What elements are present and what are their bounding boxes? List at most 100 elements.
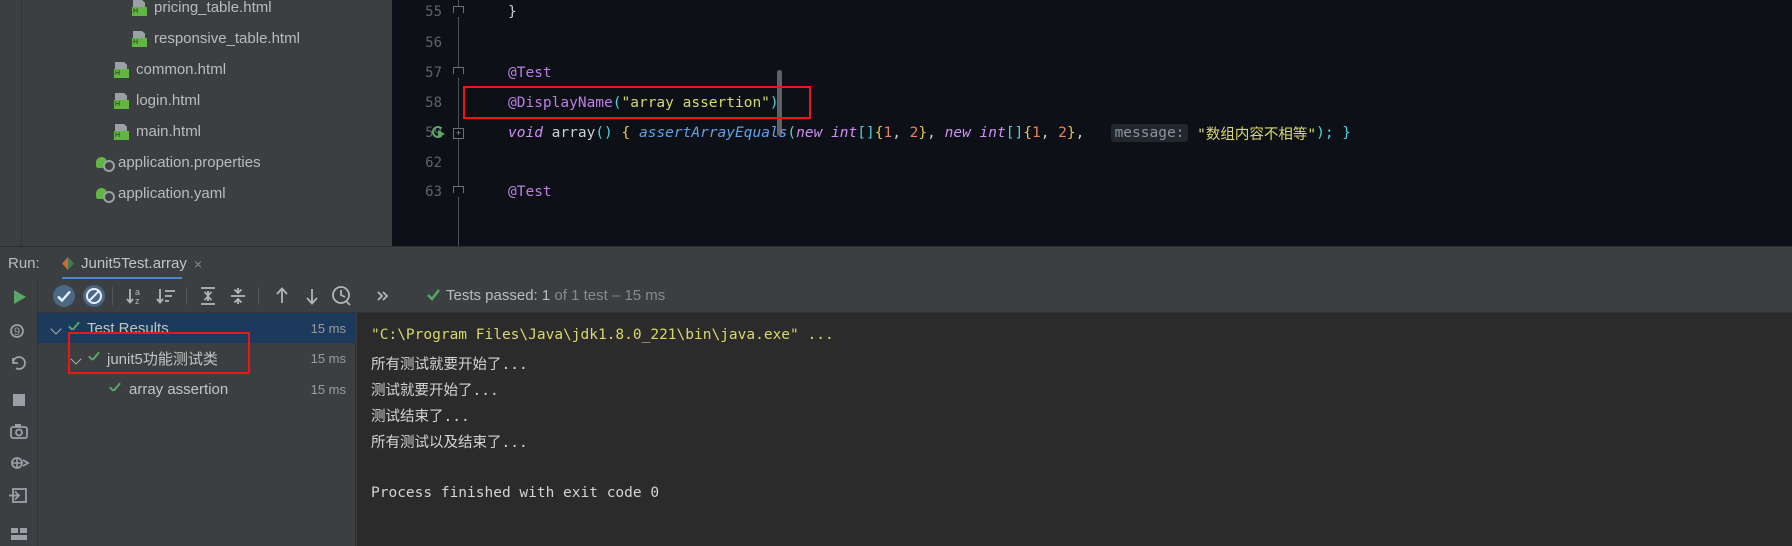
expand-all-button[interactable] (196, 284, 220, 308)
code-token-brace: } (508, 4, 517, 20)
project-tree-item[interactable]: pricing_table.html (132, 0, 272, 23)
code-token-new-2: new (944, 125, 971, 141)
line-number: 56 (425, 35, 442, 51)
collapse-all-button[interactable] (226, 284, 250, 308)
code-token-parens: () (595, 125, 613, 141)
fold-expand-marker[interactable]: + (452, 118, 465, 148)
svg-text:z: z (135, 296, 140, 306)
run-tab-label: Junit5Test.array (81, 255, 187, 272)
code-line-55: } (508, 0, 517, 27)
console-line: 测试就要开始了... (371, 383, 499, 399)
code-token-array-brackets-2: [] (1005, 125, 1024, 141)
run-tool-window-header: Run: Junit5Test.array × (0, 246, 1792, 280)
code-token-annotation: @Test (508, 65, 552, 81)
code-token-string: "array assertion" (621, 95, 770, 111)
line-number: 62 (425, 155, 442, 171)
export-test-results-icon[interactable] (5, 449, 33, 477)
run-test-gutter-icon[interactable] (432, 126, 447, 141)
check-icon (67, 321, 81, 335)
sort-alphabetically-button[interactable]: a z (124, 284, 148, 308)
check-icon (87, 351, 101, 365)
test-tree-label: array assertion (129, 380, 229, 398)
show-ignored-toggle[interactable] (82, 284, 106, 308)
console-line: 测试结束了... (371, 409, 470, 425)
test-duration: 15 ms (310, 320, 346, 336)
code-token-method-name: array (551, 125, 596, 141)
toolbar-separator (258, 287, 259, 305)
code-line-63: @Test (508, 177, 552, 207)
code-token-open-brace: { (621, 125, 631, 141)
test-status-message: Tests passed: 1 of 1 test – 15 ms (426, 279, 665, 313)
project-tree-item-label: main.html (136, 123, 202, 140)
line-number: 63 (425, 184, 442, 200)
toolbar-separator (112, 287, 113, 305)
previous-failed-test-button[interactable] (270, 284, 294, 308)
top-area: pricing_table.html responsive_table.html… (0, 0, 1792, 246)
project-tree-item[interactable]: application.yaml (96, 178, 226, 209)
code-line-59: void array() { assertArrayEquals(new int… (508, 118, 1351, 148)
fold-collapse-marker[interactable] (452, 0, 465, 27)
sort-by-duration-button[interactable] (154, 284, 178, 308)
chevron-down-icon[interactable] (50, 322, 63, 335)
spring-file-icon (96, 186, 115, 203)
project-tree-item[interactable]: common.html (114, 54, 226, 85)
close-icon[interactable]: × (194, 256, 202, 272)
run-button[interactable] (5, 283, 33, 311)
project-tree-item[interactable]: application.properties (96, 147, 261, 178)
html-file-icon (114, 124, 130, 140)
status-suffix: of 1 test – 15 ms (550, 287, 666, 304)
stop-button[interactable] (5, 385, 33, 413)
code-token-int: int (831, 125, 858, 141)
run-tab-junit5test-array[interactable]: Junit5Test.array × (56, 247, 208, 280)
console-line: 所有测试就要开始了... (371, 357, 528, 373)
test-history-button[interactable] (330, 284, 354, 308)
test-tree-row-test-results[interactable]: Test Results 15 ms (38, 313, 356, 343)
code-token-array-brackets: [] (857, 125, 875, 141)
project-tree-pane: pricing_table.html responsive_table.html… (0, 0, 392, 246)
run-side-toolbar: 9 (0, 279, 38, 546)
project-tree-item-label: common.html (136, 61, 227, 78)
layout-settings-icon[interactable] (5, 519, 33, 546)
project-tree-item[interactable]: login.html (114, 85, 200, 116)
html-file-icon (114, 93, 130, 109)
test-tree-row-junit5-class[interactable]: junit5功能测试类 15 ms (38, 343, 356, 373)
project-tree-item-label: pricing_table.html (154, 0, 272, 16)
next-failed-test-button[interactable] (300, 284, 324, 308)
code-line-58: @DisplayName("array assertion") (508, 95, 779, 111)
line-number: 57 (425, 65, 442, 81)
show-passed-toggle[interactable] (52, 284, 76, 308)
project-tree-item[interactable]: main.html (114, 116, 201, 147)
console-line: 所有测试以及结束了... (371, 435, 528, 451)
screenshot-icon[interactable] (5, 417, 33, 445)
run-tool-window: Run: Junit5Test.array × 9 a z Tests pass… (0, 246, 1792, 546)
project-tree-item[interactable]: responsive_table.html (132, 23, 300, 54)
status-prefix: Tests passed: (446, 287, 542, 304)
project-tree-item-label: login.html (136, 92, 201, 109)
left-tool-rail-top (0, 0, 22, 246)
test-duration: 15 ms (310, 381, 346, 397)
code-line-57: @Test (508, 58, 552, 88)
test-tree-row-array-assertion[interactable]: array assertion 15 ms (38, 374, 356, 404)
run-config-icon (62, 257, 74, 270)
debug-button[interactable]: 9 (5, 317, 33, 345)
test-tree-label: junit5功能测试类 (107, 350, 218, 368)
code-token-message-string: "数组内容不相等" (1197, 126, 1317, 143)
code-token-new: new (796, 125, 823, 141)
test-results-toolbar: a z Tests passed: 1 of 1 test – 15 ms (38, 279, 1792, 313)
code-token-void: void (508, 125, 543, 141)
html-file-icon (114, 62, 130, 78)
code-editor[interactable]: 55 56 57 58 59 62 63 + } @Test @DisplayN… (392, 0, 1792, 246)
code-token-annotation: @Test (508, 184, 552, 200)
console-output[interactable]: "C:\Program Files\Java\jdk1.8.0_221\bin\… (357, 313, 1792, 546)
code-token-tail: ); } (1316, 125, 1352, 141)
fold-collapse-marker[interactable] (452, 177, 465, 207)
fold-collapse-marker[interactable] (452, 58, 465, 88)
import-test-results-icon[interactable] (5, 481, 33, 509)
code-token-assert-call: assertArrayEquals (638, 125, 788, 141)
chevron-down-icon[interactable] (70, 352, 83, 365)
parameter-hint: message: (1110, 124, 1189, 142)
project-tree-item-label: responsive_table.html (154, 30, 300, 47)
toolbar-separator (186, 287, 187, 305)
rerun-failed-button[interactable] (5, 349, 33, 377)
more-options-button[interactable] (370, 284, 394, 308)
